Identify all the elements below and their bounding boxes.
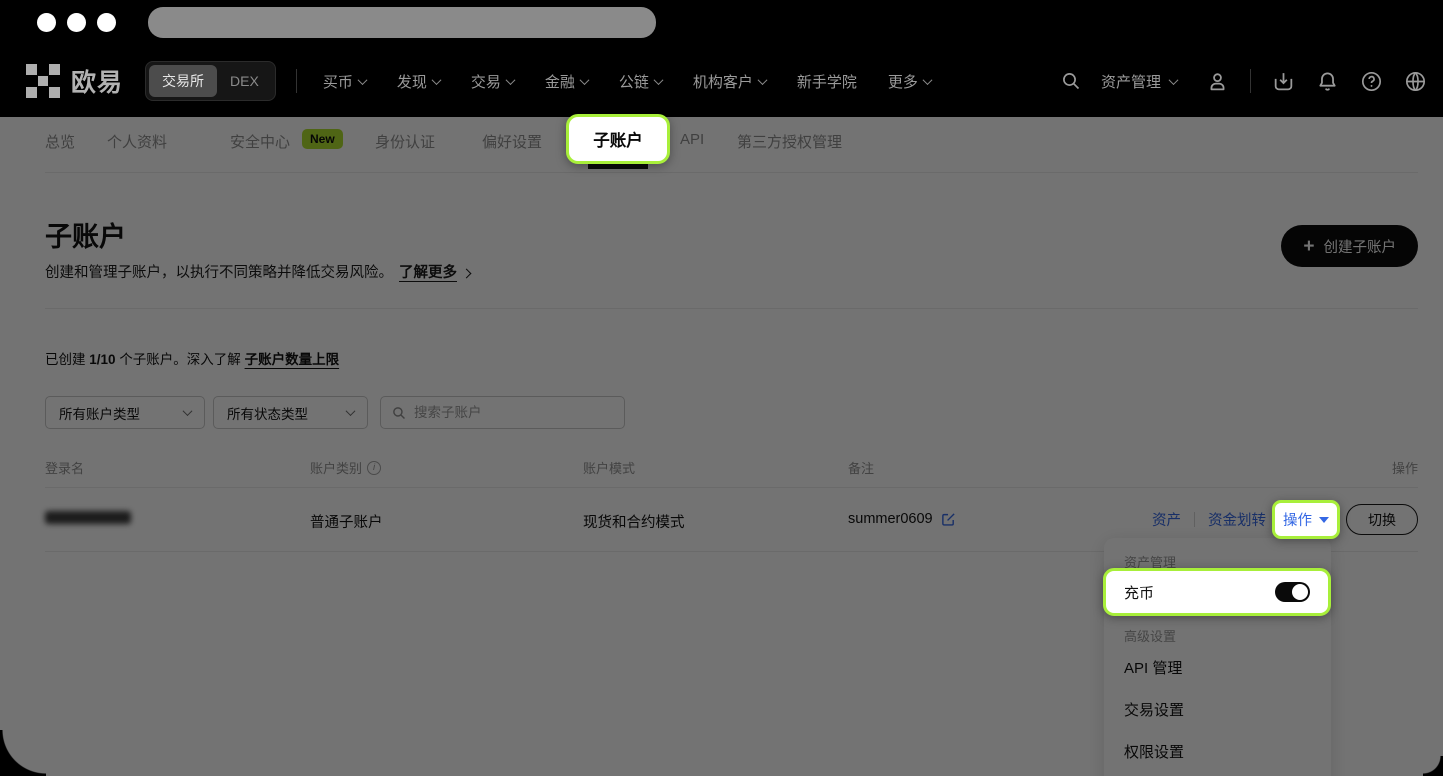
divider	[296, 69, 297, 93]
window-corner	[1423, 756, 1443, 776]
nav-item-buy[interactable]: 买币	[323, 71, 366, 92]
navbar-right: 资产管理	[1060, 69, 1417, 93]
highlight-action-button[interactable]: 操作	[1272, 500, 1340, 539]
screen: 欧易 交易所 DEX 买币 发现 交易 金融 公链 机构客户 新手学院 更多 资…	[0, 0, 1443, 776]
user-icon[interactable]	[1206, 70, 1229, 93]
window-control-icon[interactable]	[97, 13, 116, 32]
window-control-icon[interactable]	[67, 13, 86, 32]
nav-item-academy[interactable]: 新手学院	[797, 71, 857, 92]
toggle-knob	[1292, 584, 1308, 600]
assets-menu-label: 资产管理	[1101, 71, 1161, 92]
nav-item-chain[interactable]: 公链	[619, 71, 662, 92]
top-navbar: 欧易 交易所 DEX 买币 发现 交易 金融 公链 机构客户 新手学院 更多 资…	[0, 45, 1443, 117]
highlight-subaccount-tab[interactable]: 子账户	[566, 114, 670, 164]
browser-chrome	[0, 0, 1443, 45]
chevron-down-icon	[922, 75, 932, 85]
window-control-icon[interactable]	[37, 13, 56, 32]
okx-logo[interactable]: 欧易	[26, 63, 123, 99]
deposit-label: 充币	[1124, 582, 1154, 603]
action-button-label: 操作	[1283, 509, 1312, 530]
okx-logo-text: 欧易	[71, 63, 123, 99]
nav-item-institutional[interactable]: 机构客户	[693, 71, 766, 92]
nav-item-more[interactable]: 更多	[888, 71, 931, 92]
divider	[1250, 69, 1251, 93]
window-corner	[0, 730, 46, 776]
deposit-toggle[interactable]	[1275, 582, 1310, 602]
nav-item-discover[interactable]: 发现	[397, 71, 440, 92]
bell-icon[interactable]	[1316, 70, 1339, 93]
chevron-down-icon	[653, 75, 663, 85]
dim-overlay	[0, 117, 1443, 776]
active-tab-underline	[588, 164, 648, 169]
globe-icon[interactable]	[1404, 70, 1427, 93]
chevron-down-icon	[357, 75, 367, 85]
chevron-down-icon	[1169, 75, 1179, 85]
highlight-deposit-item[interactable]: 充币	[1103, 568, 1331, 616]
nav-item-finance[interactable]: 金融	[545, 71, 588, 92]
toggle-dex[interactable]: DEX	[217, 67, 272, 95]
exchange-dex-toggle: 交易所 DEX	[145, 61, 276, 101]
nav-menu: 买币 发现 交易 金融 公链 机构客户 新手学院 更多	[323, 71, 931, 92]
assets-menu[interactable]: 资产管理	[1060, 70, 1177, 92]
nav-item-trade[interactable]: 交易	[471, 71, 514, 92]
download-icon[interactable]	[1272, 70, 1295, 93]
okx-logo-icon	[26, 64, 60, 98]
caret-down-icon	[1319, 517, 1329, 523]
chevron-down-icon	[757, 75, 767, 85]
chevron-down-icon	[579, 75, 589, 85]
search-icon[interactable]	[1060, 70, 1082, 92]
address-bar[interactable]	[148, 7, 656, 38]
chevron-down-icon	[431, 75, 441, 85]
chevron-down-icon	[505, 75, 515, 85]
help-icon[interactable]	[1360, 70, 1383, 93]
toggle-exchange[interactable]: 交易所	[149, 65, 217, 97]
